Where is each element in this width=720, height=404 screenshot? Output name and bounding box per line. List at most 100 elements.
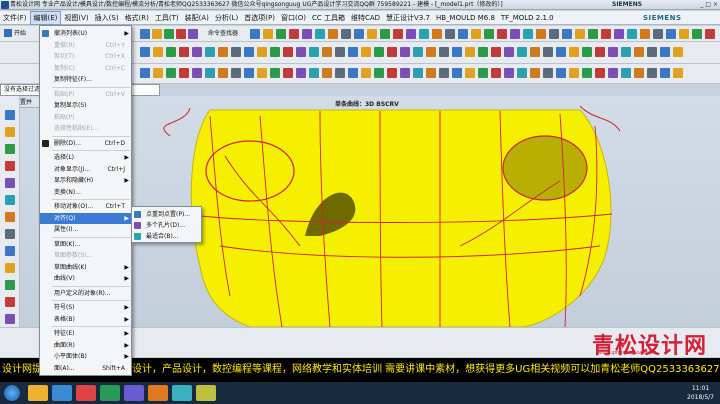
tool-icon[interactable] <box>543 68 553 78</box>
tool-icon[interactable] <box>575 29 585 39</box>
tool-icon[interactable] <box>647 68 657 78</box>
edit-menu-item[interactable]: 曲线(V) ▶ <box>40 273 131 284</box>
taskbar-app-icon[interactable] <box>28 385 48 401</box>
tool-icon[interactable] <box>166 47 176 57</box>
edit-menu-item[interactable]: 选择(L) ▶ <box>40 152 131 163</box>
tool-icon[interactable] <box>653 29 663 39</box>
resource-icon[interactable] <box>5 246 15 256</box>
tool-icon[interactable] <box>458 29 468 39</box>
tool-icon[interactable] <box>296 47 306 57</box>
tool-icon[interactable] <box>595 47 605 57</box>
tool-icon[interactable] <box>504 47 514 57</box>
edit-menu-item[interactable]: 草图曲线(K) ▶ <box>40 262 131 273</box>
tool-icon[interactable] <box>315 29 325 39</box>
tool-icon[interactable] <box>380 29 390 39</box>
tool-icon[interactable] <box>484 29 494 39</box>
tool-icon[interactable] <box>445 29 455 39</box>
menu-9[interactable]: 窗口(O) <box>278 11 309 25</box>
tool-icon[interactable] <box>283 47 293 57</box>
menu-11[interactable]: 维特CAD <box>348 11 383 25</box>
edit-menu-item[interactable]: 表格(B) ▶ <box>40 314 131 325</box>
menu-7[interactable]: 分析(L) <box>212 11 241 25</box>
tool-icon[interactable] <box>164 29 174 39</box>
tool-icon[interactable] <box>478 47 488 57</box>
menu-10[interactable]: CC 工具箱 <box>309 11 348 25</box>
menu-8[interactable]: 首选项(P) <box>241 11 278 25</box>
tool-icon[interactable] <box>478 68 488 78</box>
tool-icon[interactable] <box>276 29 286 39</box>
tool-icon[interactable] <box>302 29 312 39</box>
tool-icon[interactable] <box>367 29 377 39</box>
menu-2[interactable]: 视图(V) <box>61 11 91 25</box>
tool-icon[interactable] <box>328 29 338 39</box>
tool-icon[interactable] <box>673 47 683 57</box>
menu-1[interactable]: 编辑(E) <box>29 11 62 25</box>
taskbar-app-icon[interactable] <box>148 385 168 401</box>
edit-menu-item[interactable]: 用户定义的对象(R)... <box>40 288 131 299</box>
menu-12[interactable]: 慧正设计V3.7 <box>383 11 433 25</box>
align-submenu-item[interactable]: 点重到点置(P)... <box>132 209 201 220</box>
resource-icon[interactable] <box>5 280 15 290</box>
start-button[interactable] <box>4 385 20 401</box>
window-controls[interactable]: _ □ × <box>700 0 718 9</box>
tool-icon[interactable] <box>543 47 553 57</box>
tool-icon[interactable] <box>250 29 260 39</box>
tool-icon[interactable] <box>244 47 254 57</box>
edit-menu-item[interactable]: 草图参数(S)... <box>40 250 131 261</box>
tool-icon[interactable] <box>517 47 527 57</box>
edit-menu-item[interactable]: 选择性粘贴(E)... <box>40 123 131 134</box>
tool-icon[interactable] <box>270 47 280 57</box>
tool-icon[interactable] <box>152 29 162 39</box>
edit-menu-item[interactable]: 删除(D)... Ctrl+D <box>40 138 131 149</box>
tool-icon[interactable] <box>218 47 228 57</box>
menu-0[interactable]: 文件(F) <box>0 11 30 25</box>
edit-menu-item[interactable]: 复制(C) Ctrl+C <box>40 63 131 74</box>
edit-menu-item[interactable]: 特征(E) ▶ <box>40 328 131 339</box>
tool-icon[interactable] <box>426 68 436 78</box>
tool-icon[interactable] <box>400 68 410 78</box>
resource-icon[interactable] <box>5 161 15 171</box>
taskbar-app-icon[interactable] <box>52 385 72 401</box>
tool-icon[interactable] <box>679 29 689 39</box>
menu-14[interactable]: TF_MOLD 2.1.0 <box>498 11 557 25</box>
tool-icon[interactable] <box>426 47 436 57</box>
tool-icon[interactable] <box>452 68 462 78</box>
tool-icon[interactable] <box>257 68 267 78</box>
resource-icon[interactable] <box>5 263 15 273</box>
tool-icon[interactable] <box>640 29 650 39</box>
tool-icon[interactable] <box>647 47 657 57</box>
tool-icon[interactable] <box>523 29 533 39</box>
tool-icon[interactable] <box>387 47 397 57</box>
tool-icon[interactable] <box>335 68 345 78</box>
tool-icon[interactable] <box>322 68 332 78</box>
start-icon[interactable] <box>4 29 12 37</box>
tool-icon[interactable] <box>634 68 644 78</box>
tool-icon[interactable] <box>465 68 475 78</box>
tool-icon[interactable] <box>634 47 644 57</box>
tool-icon[interactable] <box>400 47 410 57</box>
tool-icon[interactable] <box>582 47 592 57</box>
tool-icon[interactable] <box>556 47 566 57</box>
tool-icon[interactable] <box>491 68 501 78</box>
tool-icon[interactable] <box>348 47 358 57</box>
tool-icon[interactable] <box>608 68 618 78</box>
tool-icon[interactable] <box>471 29 481 39</box>
tool-icon[interactable] <box>439 68 449 78</box>
resource-icon[interactable] <box>5 229 15 239</box>
tool-icon[interactable] <box>283 68 293 78</box>
tool-icon[interactable] <box>309 47 319 57</box>
tool-icon[interactable] <box>660 47 670 57</box>
edit-menu-item[interactable]: 粘贴(P) Ctrl+V <box>40 89 131 100</box>
tool-icon[interactable] <box>614 29 624 39</box>
taskbar-app-icon[interactable] <box>172 385 192 401</box>
menu-6[interactable]: 装配(A) <box>182 11 212 25</box>
tool-icon[interactable] <box>413 47 423 57</box>
tool-icon[interactable] <box>601 29 611 39</box>
tool-icon[interactable] <box>569 68 579 78</box>
resource-icon[interactable] <box>5 110 15 120</box>
edit-menu-item[interactable]: 草图(K)... <box>40 239 131 250</box>
taskbar-app-icon[interactable] <box>124 385 144 401</box>
tool-icon[interactable] <box>179 68 189 78</box>
tool-icon[interactable] <box>673 68 683 78</box>
edit-menu-item[interactable]: 属性(I)... <box>40 224 131 235</box>
